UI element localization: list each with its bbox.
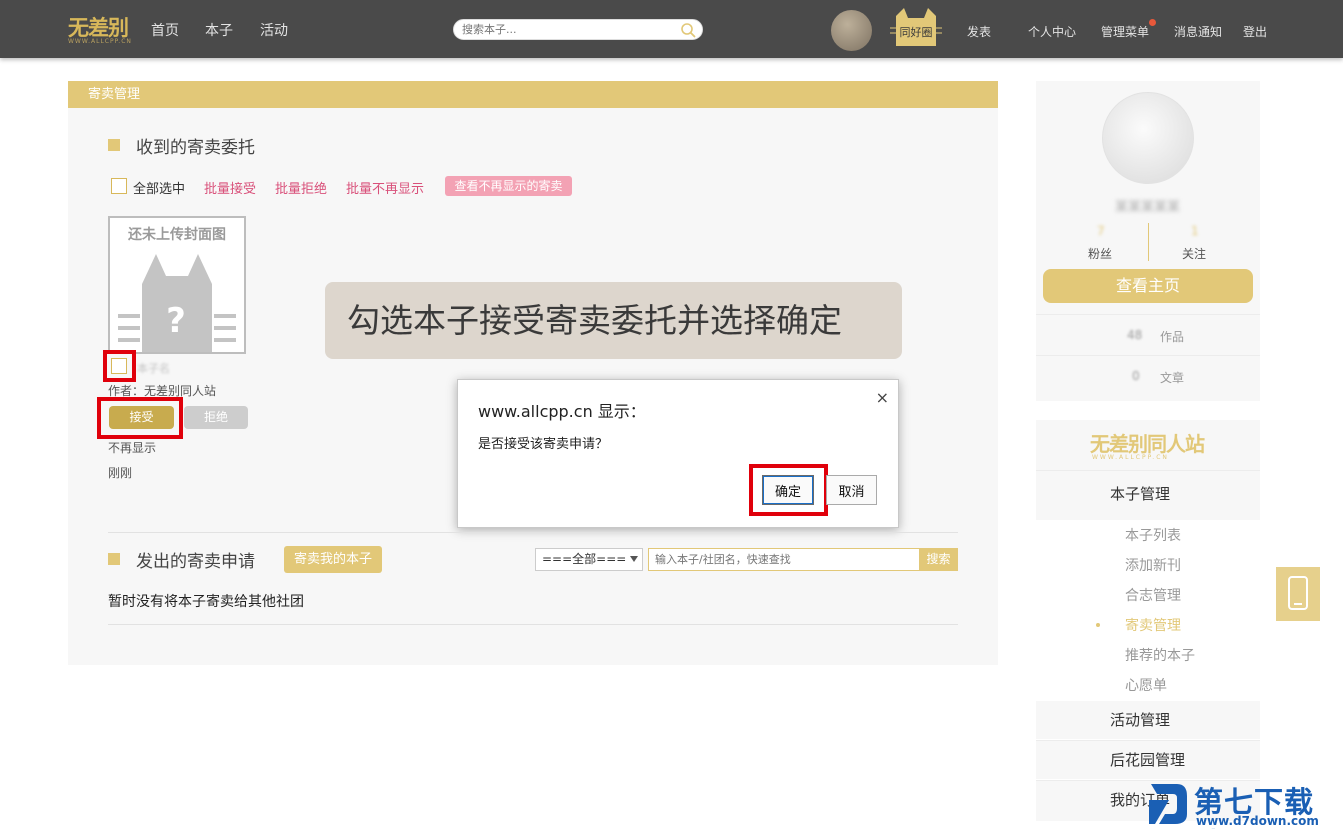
following-count: 1 (1191, 224, 1199, 238)
menu-activity-management[interactable]: 活动管理 (1036, 701, 1260, 739)
menu-book-management[interactable]: 本子管理 (1036, 475, 1260, 513)
cancel-button[interactable]: 取消 (826, 475, 877, 505)
search-box (453, 19, 703, 40)
section-divider (108, 532, 958, 533)
mobile-app-button[interactable] (1276, 567, 1320, 621)
nav-messages[interactable]: 消息通知 (1174, 23, 1222, 40)
profile-username: 某某某某某 (1115, 200, 1181, 215)
book-select-checkbox[interactable] (111, 358, 127, 374)
row-divider (1036, 314, 1260, 315)
cover-placeholder-text: 还未上传封面图 (128, 227, 226, 243)
notification-dot (1149, 19, 1156, 26)
followers-label[interactable]: 粉丝 (1088, 245, 1112, 262)
nav-logout[interactable]: 登出 (1243, 23, 1267, 40)
menu-consignment-management[interactable]: 寄卖管理 (1125, 615, 1181, 635)
section-marker (108, 553, 120, 565)
menu-anthology-management[interactable]: 合志管理 (1125, 585, 1181, 605)
nav-books[interactable]: 本子 (205, 20, 233, 40)
view-homepage-button[interactable]: 查看主页 (1043, 269, 1253, 303)
cat-placeholder-icon: ? (118, 254, 236, 352)
works-count: 48 (1127, 328, 1143, 342)
menu-add-new-book[interactable]: 添加新刊 (1125, 555, 1181, 575)
section-marker (108, 139, 120, 151)
batch-reject-link[interactable]: 批量拒绝 (275, 178, 327, 197)
watermark-logo-icon (1149, 784, 1187, 824)
book-cover[interactable]: 还未上传封面图 ? (108, 216, 246, 354)
chevron-down-icon (630, 556, 638, 562)
close-icon[interactable]: × (876, 388, 889, 407)
nav-publish[interactable]: 发表 (967, 23, 991, 40)
sent-section-title: 发出的寄卖申请 (136, 552, 255, 572)
menu-recommended-books[interactable]: 推荐的本子 (1125, 645, 1195, 665)
quick-search-input[interactable] (648, 548, 920, 571)
articles-label[interactable]: 文章 (1160, 369, 1184, 386)
book-name[interactable]: 本子名 (137, 360, 170, 376)
row-divider (1036, 470, 1260, 471)
reject-button[interactable]: 拒绝 (184, 406, 248, 429)
cat-badge-label: 同好圈 (900, 25, 933, 39)
filter-select[interactable]: ===全部=== (535, 548, 643, 571)
menu-book-list[interactable]: 本子列表 (1125, 525, 1181, 545)
active-item-dot (1096, 623, 1100, 627)
empty-state-text: 暂时没有将本子寄卖给其他社团 (108, 594, 304, 610)
hide-link[interactable]: 不再显示 (108, 439, 156, 456)
select-all-label[interactable]: 全部选中 (133, 178, 185, 197)
filter-selected-value: ===全部=== (542, 552, 627, 566)
watermark-url: www.d7down.com (1196, 814, 1319, 828)
batch-accept-link[interactable]: 批量接受 (204, 178, 256, 197)
search-input[interactable] (462, 22, 677, 37)
dialog-message: 是否接受该寄卖申请？ (478, 437, 609, 452)
timestamp: 刚刚 (108, 466, 133, 480)
confirm-dialog: www.allcpp.cn 显示： × 是否接受该寄卖申请？ 确定 取消 (457, 379, 899, 528)
view-hidden-button[interactable]: 查看不再显示的寄卖 (445, 176, 572, 196)
svg-text:?: ? (166, 301, 186, 341)
user-avatar[interactable] (831, 10, 872, 51)
panel-header: 寄卖管理 (68, 81, 998, 108)
cat-circle-icon[interactable]: 同好圈 (888, 6, 944, 48)
articles-count: 0 (1132, 369, 1140, 383)
followers-count: 7 (1097, 224, 1105, 238)
profile-avatar[interactable] (1102, 92, 1194, 184)
consignment-panel (68, 81, 998, 665)
stat-separator (1148, 223, 1149, 261)
nav-admin-menu[interactable]: 管理菜单 (1101, 23, 1149, 40)
accept-button[interactable]: 接受 (109, 406, 174, 429)
dialog-title: www.allcpp.cn 显示： (478, 402, 646, 421)
menu-logo: 无差别同人站 (1090, 432, 1205, 456)
nav-events[interactable]: 活动 (260, 20, 288, 40)
consign-my-book-button[interactable]: 寄卖我的本子 (284, 546, 382, 573)
menu-garden-management[interactable]: 后花园管理 (1036, 741, 1260, 779)
site-logo-subtitle: WWW.ALLCPP.CN (68, 38, 132, 45)
nav-home[interactable]: 首页 (151, 20, 179, 40)
works-label[interactable]: 作品 (1160, 328, 1184, 345)
following-label[interactable]: 关注 (1182, 245, 1206, 262)
section-divider (108, 624, 958, 625)
phone-icon (1288, 576, 1308, 610)
ok-button[interactable]: 确定 (762, 475, 814, 505)
batch-hide-link[interactable]: 批量不再显示 (346, 178, 424, 197)
menu-wishlist[interactable]: 心愿单 (1125, 675, 1167, 695)
quick-search-button[interactable]: 搜索 (919, 548, 958, 571)
select-all-checkbox[interactable] (111, 178, 127, 194)
instruction-banner: 勾选本子接受寄卖委托并选择确定 (325, 282, 902, 359)
menu-logo-subtitle: WWW.ALLCPP.CN (1092, 454, 1169, 461)
search-icon[interactable] (680, 22, 696, 38)
row-divider (1036, 355, 1260, 356)
nav-profile[interactable]: 个人中心 (1028, 23, 1076, 40)
received-section-title: 收到的寄卖委托 (136, 138, 255, 158)
